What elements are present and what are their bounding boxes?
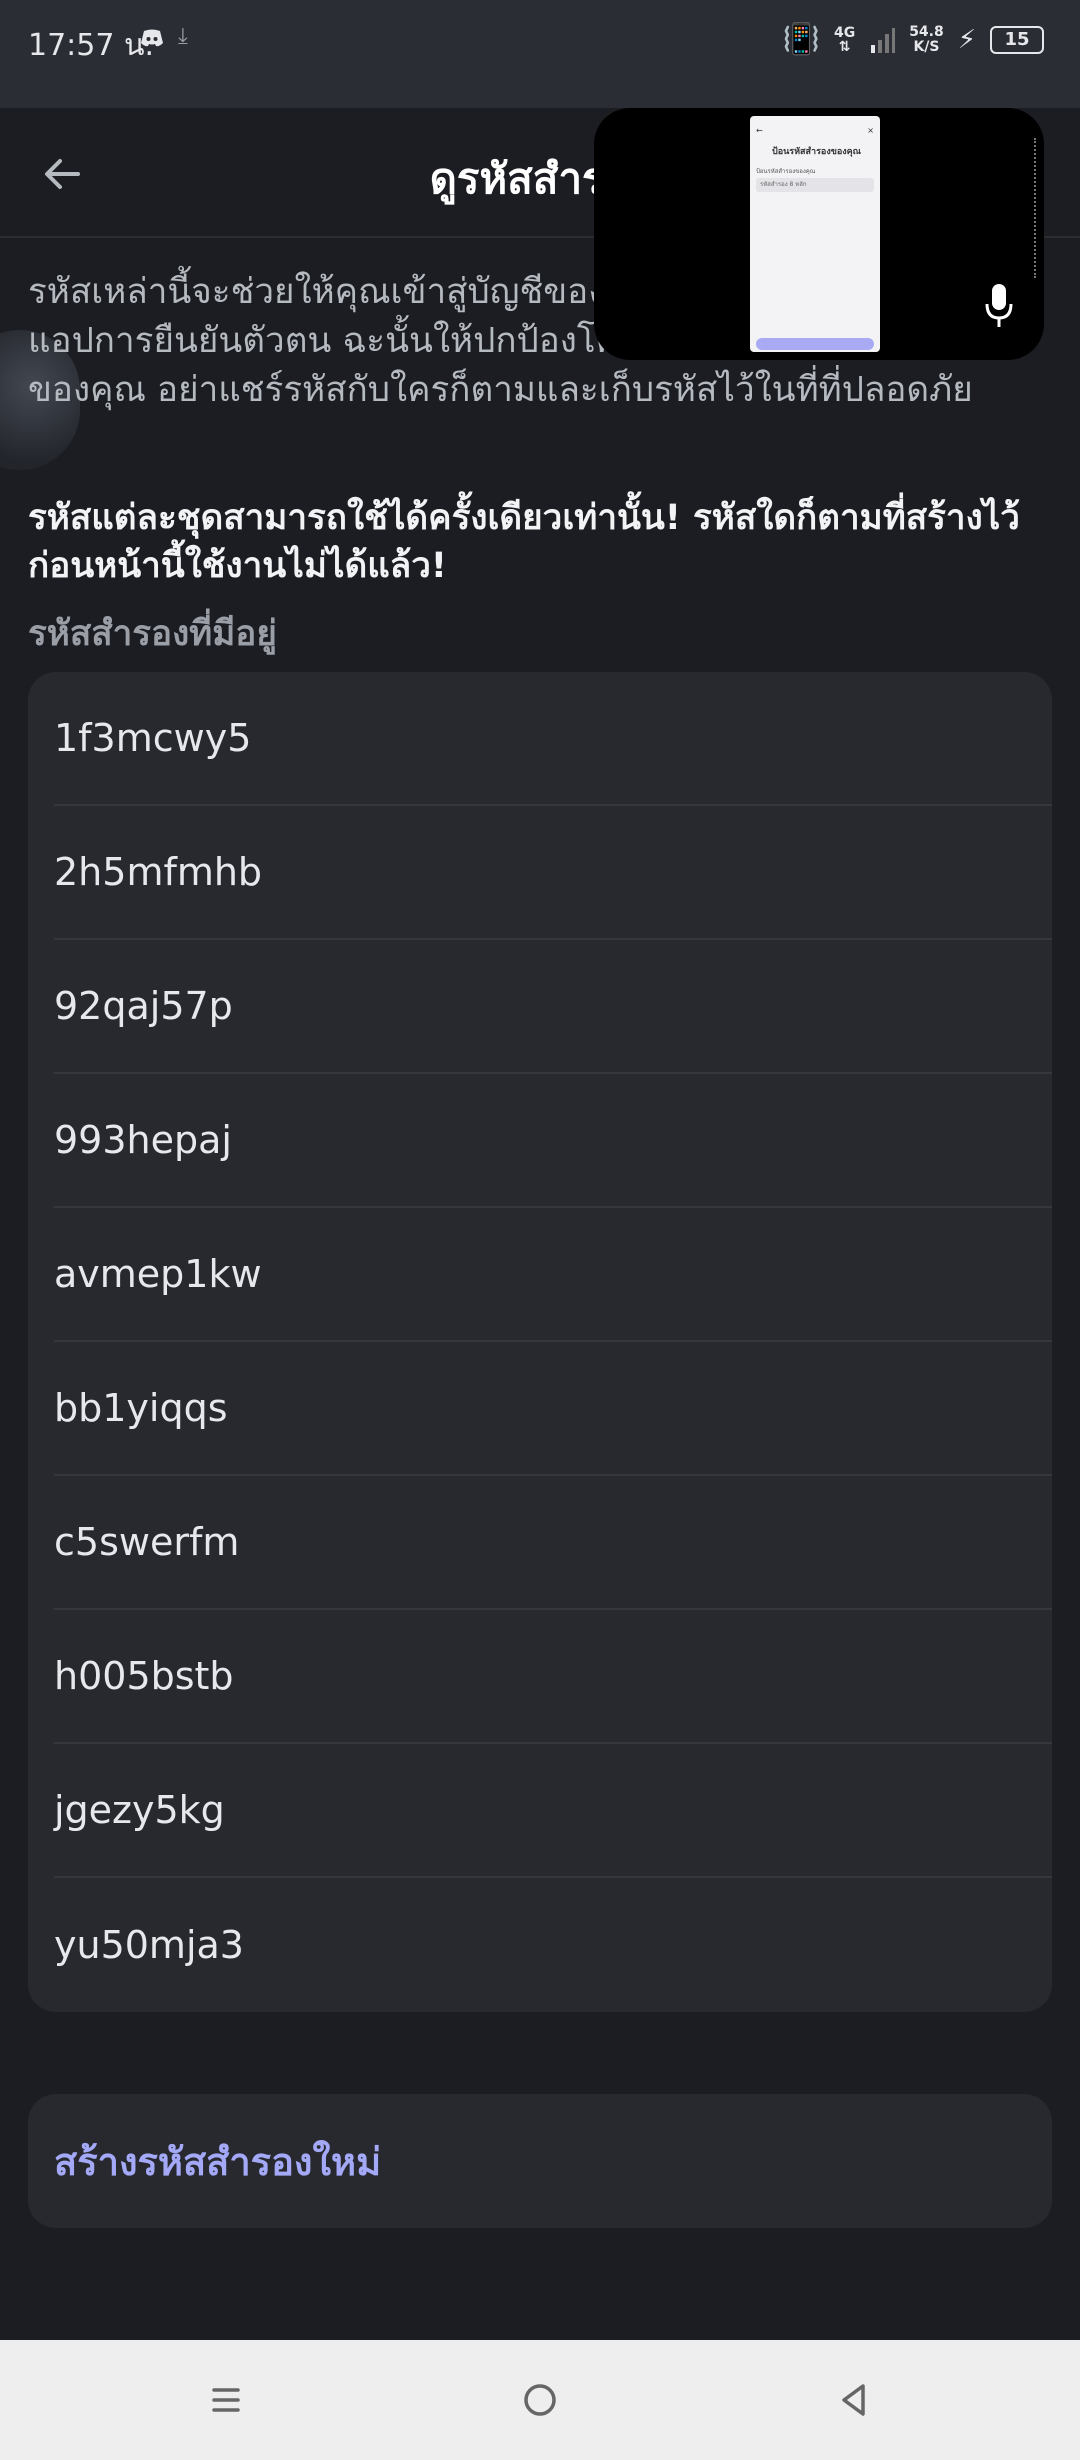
microphone-icon[interactable]: [984, 282, 1014, 330]
pip-screen-title: ป้อนรหัสสำรองของคุณ: [772, 147, 862, 157]
home-circle-icon[interactable]: [516, 2376, 564, 2424]
code-row[interactable]: 1f3mcwy5: [54, 672, 1052, 806]
pip-screen-subtitle: ป้อนรหัสสำรองของคุณ: [756, 168, 816, 175]
code-row[interactable]: 993hepaj: [54, 1074, 1052, 1208]
system-nav-bar: [0, 2340, 1080, 2460]
network-speed: 54.8 K/S: [909, 23, 944, 55]
code-row[interactable]: c5swerfm: [54, 1476, 1052, 1610]
code-row[interactable]: bb1yiqqs: [54, 1342, 1052, 1476]
pip-close-icon: ×: [867, 126, 874, 135]
section-label: รหัสสำรองที่มีอยู่: [28, 614, 277, 654]
triangle-back-icon[interactable]: [830, 2376, 878, 2424]
status-indicators: 📳 4G ⇅ 54.8 K/S ⚡ 15: [783, 22, 1044, 57]
download-icon: ⤓: [178, 24, 188, 49]
code-row[interactable]: h005bstb: [54, 1610, 1052, 1744]
generate-new-codes-label: สร้างรหัสสำรองใหม่: [54, 2139, 382, 2184]
status-time: 17:57 น.: [28, 28, 155, 63]
signal-icon: [871, 27, 896, 53]
pip-screen-input: รหัสสำรอง 8 หลัก: [756, 178, 874, 192]
pip-video-overlay[interactable]: ← × ป้อนรหัสสำรองของคุณ ป้อนรหัสสำรองของ…: [594, 108, 1044, 360]
backup-codes-list: 1f3mcwy5 2h5mfmhb 92qaj57p 993hepaj avme…: [28, 672, 1052, 2012]
code-row[interactable]: 92qaj57p: [54, 940, 1052, 1074]
pip-screen-preview: ← × ป้อนรหัสสำรองของคุณ ป้อนรหัสสำรองของ…: [750, 116, 880, 352]
battery-indicator: 15: [990, 25, 1044, 54]
code-row[interactable]: avmep1kw: [54, 1208, 1052, 1342]
network-badge: 4G ⇅: [833, 24, 856, 55]
code-row[interactable]: jgezy5kg: [54, 1744, 1052, 1878]
status-bar: 17:57 น. ⤓ 📳 4G ⇅ 54.8 K/S ⚡ 15: [0, 0, 1080, 108]
discord-icon: [141, 29, 163, 47]
pip-screen-button: [756, 338, 874, 350]
charging-icon: ⚡: [957, 24, 976, 55]
code-row[interactable]: yu50mja3: [54, 1878, 1052, 2012]
generate-new-codes-button[interactable]: สร้างรหัสสำรองใหม่: [28, 2094, 1052, 2228]
menu-icon[interactable]: [202, 2376, 250, 2424]
pip-side-indicator: [1034, 138, 1040, 278]
pip-back-icon: ←: [756, 126, 763, 135]
vibrate-icon: 📳: [782, 22, 820, 57]
code-row[interactable]: 2h5mfmhb: [54, 806, 1052, 940]
warning-text: รหัสแต่ละชุดสามารถใช้ได้ครั้งเดียวเท่านั…: [28, 498, 1020, 586]
